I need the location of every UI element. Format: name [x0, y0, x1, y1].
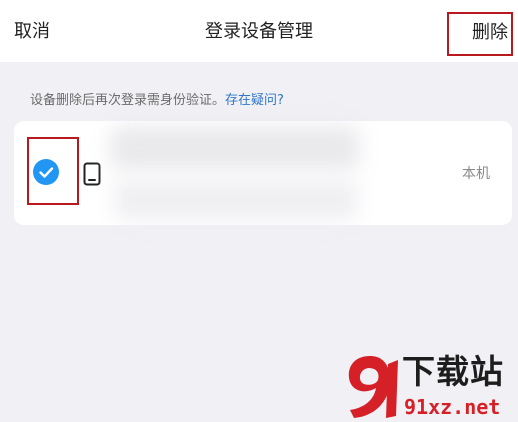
verification-notice: 设备删除后再次登录需身份验证。存在疑问?: [30, 92, 284, 110]
phone-icon: [83, 162, 101, 190]
top-bar: 取消 登录设备管理 删除: [0, 0, 518, 62]
device-info-redacted: [114, 180, 358, 220]
notice-text: 设备删除后再次登录需身份验证。: [30, 93, 226, 108]
current-device-badge: 本机: [462, 166, 490, 182]
checkmark-icon[interactable]: [33, 159, 59, 185]
watermark-domain: 91xz.net: [404, 395, 501, 419]
page-title: 登录设备管理: [205, 21, 313, 42]
help-link[interactable]: 存在疑问?: [225, 93, 284, 108]
site-watermark: 下载站 91xz.net: [340, 350, 518, 422]
site-logo-icon: [348, 356, 398, 418]
device-name-redacted: [110, 126, 360, 170]
delete-button[interactable]: 删除: [447, 12, 513, 56]
watermark-title: 下载站: [402, 352, 504, 391]
delete-button-label: 删除: [472, 22, 508, 43]
